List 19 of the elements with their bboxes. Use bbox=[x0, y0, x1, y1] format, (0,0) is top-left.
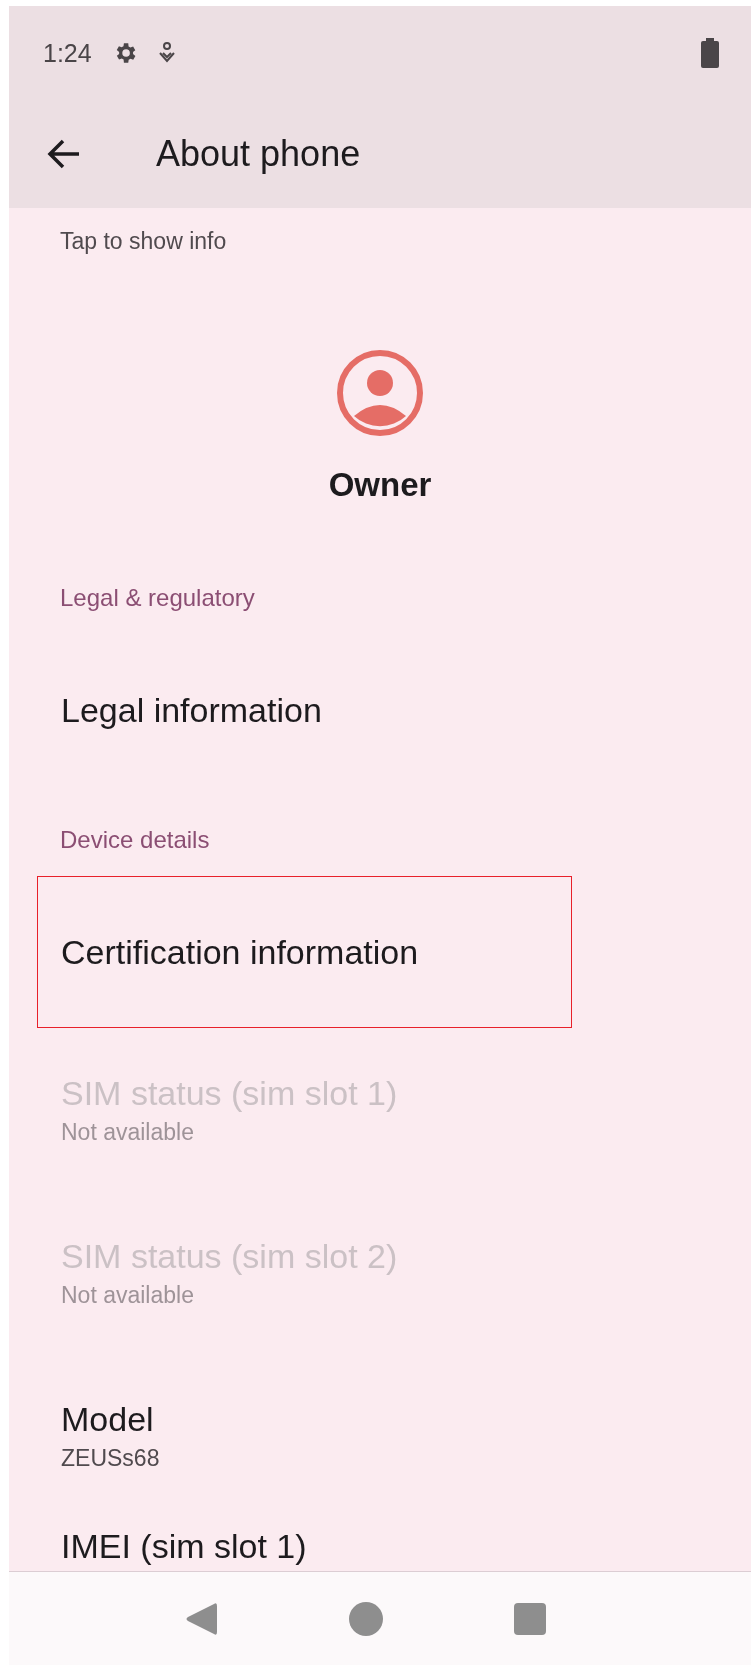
item-summary: Not available bbox=[61, 1118, 195, 1146]
avatar-icon bbox=[337, 350, 423, 436]
status-time: 1:24 bbox=[43, 38, 92, 68]
battery-icon bbox=[701, 38, 719, 68]
recents-nav-button[interactable] bbox=[514, 1602, 546, 1635]
item-summary: ZEUSs68 bbox=[61, 1444, 161, 1472]
section-header: Device details bbox=[59, 825, 211, 855]
back-nav-button[interactable] bbox=[184, 1600, 218, 1637]
settings-item[interactable]: Legal information bbox=[37, 634, 572, 786]
settings-item[interactable]: IMEI (sim slot 1) bbox=[37, 1517, 572, 1567]
settings-item[interactable]: Model ZEUSs68 bbox=[37, 1354, 572, 1517]
owner-name: Owner bbox=[328, 466, 432, 504]
page-title: About phone bbox=[156, 133, 361, 175]
item-summary: Not available bbox=[61, 1281, 195, 1309]
item-summary: Tap to show info bbox=[60, 228, 228, 255]
section-header: Legal & regulatory bbox=[59, 583, 256, 613]
back-button[interactable] bbox=[47, 139, 81, 169]
home-nav-button[interactable] bbox=[348, 1600, 384, 1637]
settings-item[interactable]: Certification information bbox=[37, 876, 572, 1028]
